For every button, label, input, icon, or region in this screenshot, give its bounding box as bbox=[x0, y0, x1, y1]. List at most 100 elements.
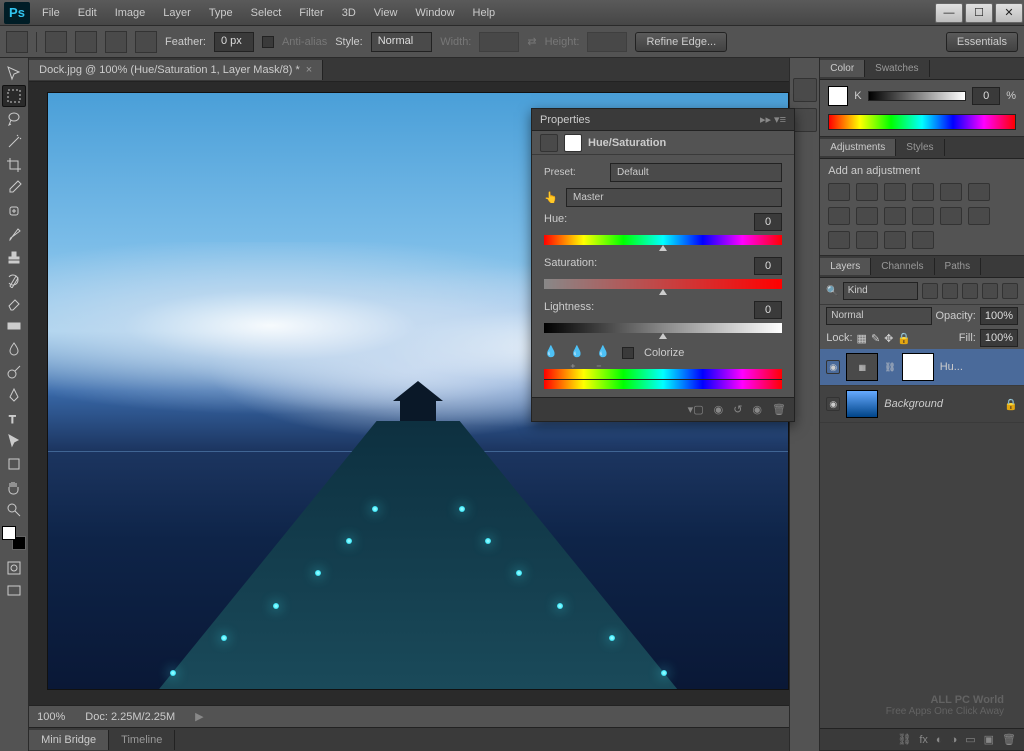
zoom-level[interactable]: 100% bbox=[37, 711, 65, 723]
tab-paths[interactable]: Paths bbox=[935, 258, 982, 275]
adj-curves-icon[interactable] bbox=[884, 183, 906, 201]
dodge-tool[interactable] bbox=[2, 361, 26, 383]
k-slider[interactable] bbox=[868, 91, 967, 101]
brush-tool[interactable] bbox=[2, 223, 26, 245]
blur-tool[interactable] bbox=[2, 338, 26, 360]
lightness-input[interactable]: 0 bbox=[754, 301, 782, 319]
filter-type-icon[interactable] bbox=[962, 283, 978, 299]
crop-tool[interactable] bbox=[2, 154, 26, 176]
filter-shape-icon[interactable] bbox=[982, 283, 998, 299]
eyedropper-sub-icon[interactable]: 💧₋ bbox=[596, 345, 612, 361]
menu-filter[interactable]: Filter bbox=[291, 3, 331, 23]
link-layers-icon[interactable]: ⛓ bbox=[897, 733, 911, 746]
hue-input[interactable]: 0 bbox=[754, 213, 782, 231]
antialias-checkbox[interactable] bbox=[262, 36, 274, 48]
eyedropper-icon[interactable]: 💧 bbox=[544, 345, 560, 361]
view-previous-icon[interactable]: ◉ bbox=[714, 403, 724, 416]
hand-tool[interactable] bbox=[2, 476, 26, 498]
tab-channels[interactable]: Channels bbox=[871, 258, 934, 275]
menu-type[interactable]: Type bbox=[201, 3, 241, 23]
feather-input[interactable]: 0 px bbox=[214, 32, 254, 52]
hue-slider[interactable] bbox=[544, 235, 782, 245]
adj-posterize-icon[interactable] bbox=[828, 231, 850, 249]
layer-visibility-icon[interactable]: ◉ bbox=[826, 397, 840, 411]
adj-invert-icon[interactable] bbox=[968, 207, 990, 225]
menu-file[interactable]: File bbox=[34, 3, 68, 23]
marquee-tool[interactable] bbox=[2, 85, 26, 107]
tab-layers[interactable]: Layers bbox=[820, 258, 871, 275]
layer-mask-icon[interactable]: ◐ bbox=[936, 734, 943, 746]
saturation-slider[interactable] bbox=[544, 279, 782, 289]
lock-transparent-icon[interactable]: ▦ bbox=[857, 332, 867, 345]
adj-colorbalance-icon[interactable] bbox=[828, 207, 850, 225]
minimize-button[interactable]: — bbox=[935, 3, 963, 23]
menu-help[interactable]: Help bbox=[465, 3, 504, 23]
refine-edge-button[interactable]: Refine Edge... bbox=[635, 32, 727, 52]
selection-new-icon[interactable] bbox=[45, 31, 67, 53]
menu-view[interactable]: View bbox=[366, 3, 406, 23]
pen-tool[interactable] bbox=[2, 384, 26, 406]
lasso-tool[interactable] bbox=[2, 108, 26, 130]
delete-adjustment-icon[interactable]: 🗑 bbox=[772, 403, 786, 416]
maximize-button[interactable]: ☐ bbox=[965, 3, 993, 23]
stamp-tool[interactable] bbox=[2, 246, 26, 268]
adj-brightness-icon[interactable] bbox=[828, 183, 850, 201]
selection-subtract-icon[interactable] bbox=[105, 31, 127, 53]
new-group-icon[interactable]: ▭ bbox=[965, 733, 975, 746]
lightness-slider[interactable] bbox=[544, 323, 782, 333]
new-adjustment-icon[interactable]: ◑ bbox=[951, 734, 958, 746]
menu-3d[interactable]: 3D bbox=[334, 3, 364, 23]
layer-background[interactable]: ◉ Background 🔒 bbox=[820, 386, 1024, 423]
menu-layer[interactable]: Layer bbox=[155, 3, 199, 23]
move-tool[interactable] bbox=[2, 62, 26, 84]
gradient-tool[interactable] bbox=[2, 315, 26, 337]
magic-wand-tool[interactable] bbox=[2, 131, 26, 153]
properties-tab[interactable]: Properties bbox=[540, 114, 590, 126]
workspace-switcher[interactable]: Essentials bbox=[946, 32, 1018, 52]
clip-to-layer-icon[interactable]: ▾▢ bbox=[688, 403, 704, 416]
adj-vibrance-icon[interactable] bbox=[940, 183, 962, 201]
actions-panel-icon[interactable] bbox=[793, 108, 817, 132]
close-button[interactable]: ✕ bbox=[995, 3, 1023, 23]
style-select[interactable]: Normal bbox=[371, 32, 432, 52]
delete-layer-icon[interactable]: 🗑 bbox=[1002, 733, 1016, 746]
document-tab[interactable]: Dock.jpg @ 100% (Hue/Saturation 1, Layer… bbox=[29, 60, 323, 80]
adj-channelmixer-icon[interactable] bbox=[912, 207, 934, 225]
saturation-input[interactable]: 0 bbox=[754, 257, 782, 275]
k-value-input[interactable]: 0 bbox=[972, 87, 1000, 105]
layer-fx-icon[interactable]: fx bbox=[919, 734, 928, 746]
adj-gradientmap-icon[interactable] bbox=[884, 231, 906, 249]
adj-photofilter-icon[interactable] bbox=[884, 207, 906, 225]
adj-exposure-icon[interactable] bbox=[912, 183, 934, 201]
document-tab-close[interactable]: × bbox=[306, 64, 312, 76]
selection-intersect-icon[interactable] bbox=[135, 31, 157, 53]
history-brush-tool[interactable] bbox=[2, 269, 26, 291]
new-layer-icon[interactable]: ▣ bbox=[984, 733, 994, 746]
adj-hue-icon[interactable] bbox=[968, 183, 990, 201]
marquee-tool-icon[interactable] bbox=[6, 31, 28, 53]
type-tool[interactable]: T bbox=[2, 407, 26, 429]
history-panel-icon[interactable] bbox=[793, 78, 817, 102]
filter-pixel-icon[interactable] bbox=[922, 283, 938, 299]
hue-range-bars[interactable] bbox=[544, 369, 782, 389]
tab-color[interactable]: Color bbox=[820, 60, 865, 77]
layer-filter-select[interactable]: Kind bbox=[843, 282, 918, 300]
preset-select[interactable]: Default bbox=[610, 163, 782, 182]
healing-tool[interactable] bbox=[2, 200, 26, 222]
channel-select[interactable]: Master bbox=[566, 188, 782, 207]
tab-swatches[interactable]: Swatches bbox=[865, 60, 929, 77]
tab-timeline[interactable]: Timeline bbox=[109, 730, 175, 750]
opacity-input[interactable]: 100% bbox=[980, 307, 1018, 325]
filter-smart-icon[interactable] bbox=[1002, 283, 1018, 299]
toggle-visibility-icon[interactable]: ◉ bbox=[752, 403, 762, 416]
tab-styles[interactable]: Styles bbox=[896, 139, 944, 156]
screen-mode-toggle[interactable] bbox=[2, 580, 26, 602]
adj-selective-icon[interactable] bbox=[912, 231, 934, 249]
adj-threshold-icon[interactable] bbox=[856, 231, 878, 249]
path-select-tool[interactable] bbox=[2, 430, 26, 452]
fill-input[interactable]: 100% bbox=[980, 329, 1018, 347]
adj-colorlookup-icon[interactable] bbox=[940, 207, 962, 225]
menu-select[interactable]: Select bbox=[243, 3, 290, 23]
eraser-tool[interactable] bbox=[2, 292, 26, 314]
foreground-color[interactable] bbox=[2, 526, 16, 540]
